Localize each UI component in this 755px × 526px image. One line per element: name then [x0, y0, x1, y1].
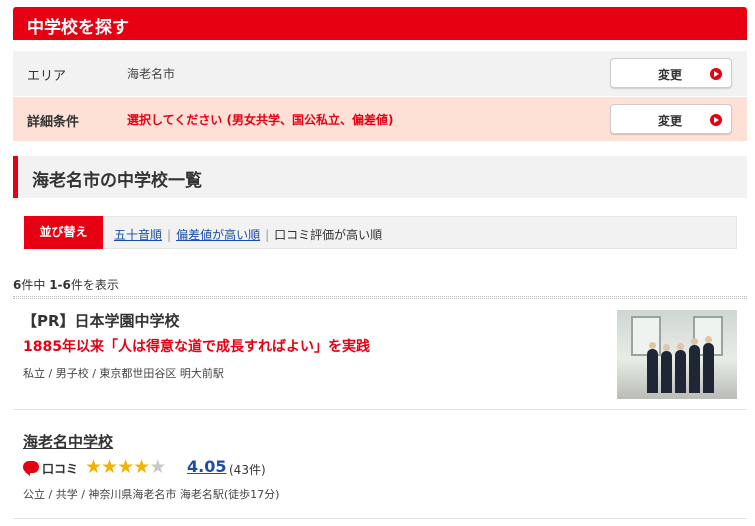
list-divider	[13, 296, 747, 299]
sort-bar: 並び替え 五十音順 | 偏差値が高い順 | 口コミ評価が高い順	[24, 216, 737, 249]
photo-student	[703, 343, 714, 393]
section-title-text: 海老名市の中学校一覧	[32, 171, 202, 191]
section-heading: 海老名市の中学校一覧	[13, 156, 747, 198]
change-area-button-label: 変更	[658, 68, 683, 82]
school-list-item[interactable]: 海老名中学校 口コミ ★★★★★ 4.05 (43件) 公立 / 共学 / 神奈…	[13, 411, 747, 519]
school-name[interactable]: 海老名中学校	[23, 431, 113, 452]
sort-option-review: 口コミ評価が高い順	[274, 228, 383, 242]
arrow-right-circle-icon	[710, 114, 722, 126]
review-count: (43件)	[229, 463, 266, 477]
photo-student-head	[691, 338, 698, 345]
star-icon: ★	[149, 456, 166, 478]
change-detail-button-label: 変更	[658, 114, 683, 128]
photo-student-head	[663, 344, 670, 351]
area-value: 海老名市	[127, 67, 176, 81]
search-header: 中学校を探す	[13, 7, 747, 40]
sort-option-kana[interactable]: 五十音順	[114, 228, 162, 242]
star-icon: ★	[133, 456, 150, 478]
photo-student	[647, 349, 658, 393]
result-count: 6件中 1-6件を表示	[13, 276, 119, 293]
school-photo[interactable]	[617, 310, 737, 399]
school-meta: 公立 / 共学 / 神奈川県海老名市 海老名駅(徒歩17分)	[23, 488, 280, 501]
detail-label: 詳細条件	[27, 115, 80, 130]
result-total-suffix: 件中	[21, 278, 50, 292]
result-range: 1-6	[49, 278, 71, 292]
school-list-item[interactable]: 【PR】日本学園中学校 1885年以来「人は得意な道で成長すればよい」を実践 私…	[13, 300, 747, 410]
photo-student	[689, 345, 700, 393]
photo-student-head	[705, 336, 712, 343]
star-icon: ★	[117, 456, 134, 478]
rating-stars: ★★★★★	[85, 456, 166, 478]
review-label: 口コミ	[42, 462, 79, 476]
photo-student-head	[649, 342, 656, 349]
sort-options: 五十音順 | 偏差値が高い順 | 口コミ評価が高い順	[114, 226, 382, 243]
area-label: エリア	[27, 69, 67, 84]
speech-bubble-icon	[23, 461, 39, 476]
sort-separator: |	[167, 228, 172, 242]
change-area-button[interactable]: 変更	[610, 58, 732, 88]
change-detail-button[interactable]: 変更	[610, 104, 732, 134]
result-range-suffix: 件を表示	[70, 278, 119, 292]
sort-separator: |	[265, 228, 270, 242]
photo-student	[661, 351, 672, 393]
sort-option-deviation[interactable]: 偏差値が高い順	[176, 228, 260, 242]
page-title: 中学校を探す	[27, 18, 129, 38]
school-meta: 私立 / 男子校 / 東京都世田谷区 明大前駅	[23, 367, 224, 380]
star-icon: ★	[85, 456, 102, 478]
rating-score[interactable]: 4.05	[187, 457, 226, 476]
photo-student-head	[677, 343, 684, 350]
school-name[interactable]: 【PR】日本学園中学校	[22, 310, 180, 331]
condition-row-area: エリア 海老名市 変更	[13, 51, 747, 96]
school-catchphrase[interactable]: 1885年以来「人は得意な道で成長すればよい」を実践	[23, 336, 370, 356]
arrow-right-circle-icon	[710, 68, 722, 80]
detail-value: 選択してください (男女共学、国公私立、偏差値)	[127, 113, 394, 127]
photo-student	[675, 350, 686, 393]
sort-label: 並び替え	[24, 216, 103, 249]
condition-row-detail: 詳細条件 選択してください (男女共学、国公私立、偏差値) 変更	[13, 96, 747, 141]
star-icon: ★	[101, 456, 118, 478]
